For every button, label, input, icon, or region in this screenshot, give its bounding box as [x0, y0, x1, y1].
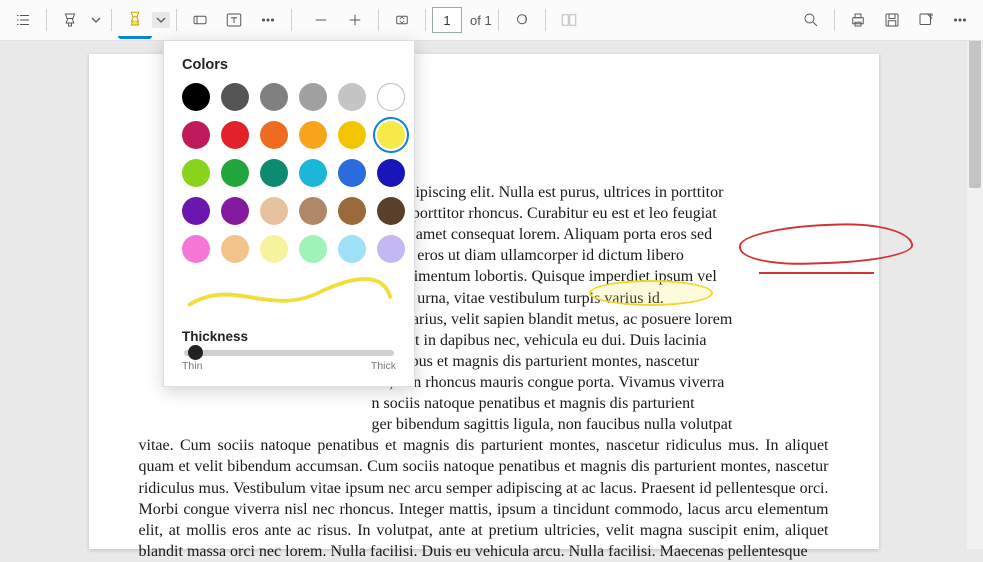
rotate-button[interactable] — [385, 3, 419, 37]
zoom-in-button[interactable] — [338, 3, 372, 37]
thin-label: Thin — [182, 360, 202, 372]
draw-dropdown-open[interactable] — [152, 12, 170, 28]
text-tool[interactable] — [217, 3, 251, 37]
color-swatch[interactable] — [338, 235, 366, 263]
color-swatch[interactable] — [221, 197, 249, 225]
colors-heading: Colors — [182, 57, 396, 73]
color-swatch[interactable] — [182, 121, 210, 149]
color-swatch[interactable] — [338, 83, 366, 111]
thick-label: Thick — [371, 360, 396, 372]
color-swatch[interactable] — [260, 197, 288, 225]
color-swatch[interactable] — [182, 235, 210, 263]
color-swatch[interactable] — [299, 83, 327, 111]
color-swatch[interactable] — [260, 83, 288, 111]
save-as-button[interactable] — [909, 3, 943, 37]
color-swatch[interactable] — [260, 235, 288, 263]
color-swatch[interactable] — [182, 83, 210, 111]
color-swatch[interactable] — [182, 197, 210, 225]
document-body-text-tail: vitae. Cum sociis natoque penatibus et m… — [139, 435, 829, 562]
page-view-button[interactable] — [552, 3, 586, 37]
color-swatch[interactable] — [338, 159, 366, 187]
save-button[interactable] — [875, 3, 909, 37]
thickness-heading: Thickness — [182, 329, 396, 344]
page-number-input[interactable] — [432, 7, 462, 33]
color-swatch[interactable] — [221, 121, 249, 149]
highlight-tool[interactable] — [53, 3, 87, 37]
thickness-slider[interactable] — [184, 350, 394, 356]
color-swatch[interactable] — [377, 159, 405, 187]
color-swatch[interactable] — [377, 235, 405, 263]
color-swatch[interactable] — [377, 83, 405, 111]
color-swatch[interactable] — [299, 121, 327, 149]
color-swatch[interactable] — [299, 197, 327, 225]
thickness-slider-knob[interactable] — [188, 345, 203, 360]
contents-button[interactable] — [6, 3, 40, 37]
color-swatch[interactable] — [182, 159, 210, 187]
color-swatch[interactable] — [338, 197, 366, 225]
print-button[interactable] — [841, 3, 875, 37]
highlighter-options-popover: Colors Thickness Thin Thick — [163, 40, 415, 387]
color-swatch[interactable] — [299, 235, 327, 263]
erase-tool[interactable] — [183, 3, 217, 37]
color-swatch[interactable] — [260, 121, 288, 149]
color-swatch[interactable] — [338, 121, 366, 149]
draw-highlighter-tool[interactable] — [118, 2, 152, 39]
color-swatch[interactable] — [260, 159, 288, 187]
color-swatch[interactable] — [221, 83, 249, 111]
read-aloud-button[interactable] — [505, 3, 539, 37]
color-swatch[interactable] — [377, 197, 405, 225]
scrollbar-thumb[interactable] — [969, 18, 981, 188]
vertical-scrollbar[interactable] — [967, 0, 983, 549]
color-swatch-grid — [182, 83, 396, 263]
pdf-toolbar: of 1 — [0, 0, 983, 41]
color-swatch[interactable] — [221, 235, 249, 263]
more-tools[interactable] — [251, 3, 285, 37]
color-swatch[interactable] — [221, 159, 249, 187]
toolbar-overflow[interactable] — [943, 3, 977, 37]
highlight-dropdown[interactable] — [87, 14, 105, 26]
find-button[interactable] — [794, 3, 828, 37]
document-viewport[interactable]: etur adipiscing elit. Nulla est purus, u… — [0, 40, 967, 549]
zoom-out-button[interactable] — [304, 3, 338, 37]
stroke-preview — [184, 275, 394, 315]
color-swatch[interactable] — [299, 159, 327, 187]
color-swatch[interactable] — [377, 121, 405, 149]
page-total-label: of 1 — [470, 13, 492, 28]
